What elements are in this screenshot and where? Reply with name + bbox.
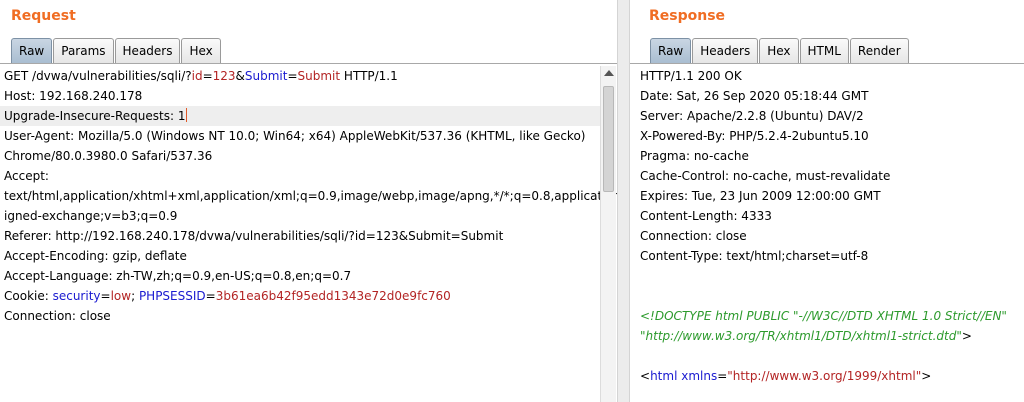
response-header-pragma: Pragma: no-cache [640, 149, 749, 163]
param-value-submit: Submit [297, 69, 341, 83]
header-user-agent-cont: Chrome/80.0.3980.0 Safari/537.36 [4, 149, 213, 163]
header-connection: Connection: close [4, 309, 111, 323]
header-accept-language: Accept-Language: zh-TW,zh;q=0.9,en-US;q=… [4, 269, 352, 283]
header-accept-encoding: Accept-Encoding: gzip, deflate [4, 249, 187, 263]
response-header-cache-control: Cache-Control: no-cache, must-revalidate [640, 169, 891, 183]
doctype-line-cont: "http://www.w3.org/TR/xhtml1/DTD/xhtml1-… [640, 326, 1024, 346]
request-line: GET /dvwa/vulnerabilities/sqli/?id=123&S… [0, 66, 600, 86]
tag-bracket: < [640, 369, 651, 383]
text-caret [185, 108, 187, 122]
pane-splitter[interactable] [617, 0, 630, 402]
header-user-agent: User-Agent: Mozilla/5.0 (Windows NT 10.0… [4, 129, 586, 143]
cookie-eq: = [100, 289, 111, 303]
request-tab-underline [0, 63, 617, 64]
attr-name-xmlns: xmlns [681, 369, 718, 383]
response-header-date: Date: Sat, 26 Sep 2020 05:18:44 GMT [640, 89, 869, 103]
header-accept-value-cont: igned-exchange;v=b3;q=0.9 [4, 209, 178, 223]
request-tab-raw[interactable]: Raw [11, 38, 53, 63]
http-version: HTTP/1.1 [340, 69, 398, 83]
param-name-submit: Submit [244, 69, 288, 83]
doctype-dtd-url: "http://www.w3.org/TR/xhtml1/DTD/xhtml1-… [640, 329, 962, 343]
param-eq: = [287, 69, 298, 83]
cookie-value-security: low [110, 289, 132, 303]
header-accept: Accept: [4, 169, 49, 183]
header-upgrade-text: Upgrade-Insecure-Requests: 1 [4, 109, 186, 123]
tag-bracket: > [921, 369, 932, 383]
response-status-line: HTTP/1.1 200 OK [640, 69, 742, 83]
header-upgrade-insecure: Upgrade-Insecure-Requests: 1 [0, 106, 600, 126]
cookie-sep: ; [131, 289, 139, 303]
header-cookie: Cookie: security=low; PHPSESSID=3b61ea6b… [0, 286, 600, 306]
scroll-up-icon[interactable] [604, 70, 614, 76]
response-header-server: Server: Apache/2.2.8 (Ubuntu) DAV/2 [640, 109, 864, 123]
request-tab-headers[interactable]: Headers [114, 38, 181, 63]
tag-name-html: html [650, 369, 678, 383]
response-tab-render[interactable]: Render [849, 38, 909, 63]
cookie-eq: = [205, 289, 216, 303]
response-header-expires: Expires: Tue, 23 Jun 2009 12:00:00 GMT [640, 189, 881, 203]
request-tabs: Raw Params Headers Hex [11, 38, 222, 63]
param-name-id: id [191, 69, 203, 83]
header-referer: Referer: http://192.168.240.178/dvwa/vul… [4, 229, 504, 243]
attr-value-xmlns: "http://www.w3.org/1999/xhtml" [727, 369, 922, 383]
cookie-label: Cookie: [4, 289, 53, 303]
response-header-x-powered-by: X-Powered-By: PHP/5.2.4-2ubuntu5.10 [640, 129, 869, 143]
attr-eq: = [717, 369, 728, 383]
html-open-tag: <html xmlns="http://www.w3.org/1999/xhtm… [640, 366, 1024, 386]
response-tab-raw[interactable]: Raw [650, 38, 692, 63]
response-editor[interactable]: HTTP/1.1 200 OK Date: Sat, 26 Sep 2020 0… [640, 66, 1024, 402]
param-eq: = [202, 69, 213, 83]
doctype-line: <!DOCTYPE html PUBLIC "-//W3C//DTD XHTML… [640, 309, 1007, 323]
scrollbar-thumb[interactable] [603, 86, 614, 192]
response-tab-hex[interactable]: Hex [759, 38, 799, 63]
response-tab-underline [630, 63, 1024, 64]
response-tab-html[interactable]: HTML [799, 38, 849, 63]
response-header-content-length: Content-Length: 4333 [640, 209, 772, 223]
response-header-content-type: Content-Type: text/html;charset=utf-8 [640, 249, 869, 263]
request-line-text: GET /dvwa/vulnerabilities/sqli/? [4, 69, 192, 83]
request-scrollbar[interactable] [600, 66, 616, 402]
header-accept-value: text/html,application/xhtml+xml,applicat… [4, 189, 631, 203]
request-tab-params[interactable]: Params [53, 38, 114, 63]
response-title: Response [649, 8, 726, 24]
param-value-id: 123 [212, 69, 236, 83]
cookie-value-phpsessid: 3b61ea6b42f95edd1343e72d0e9fc760 [215, 289, 451, 303]
param-sep: & [235, 69, 245, 83]
cookie-name-phpsessid: PHPSESSID [138, 289, 206, 303]
request-title: Request [11, 8, 76, 24]
request-editor[interactable]: GET /dvwa/vulnerabilities/sqli/?id=123&S… [0, 66, 631, 402]
request-pane: Request Raw Params Headers Hex GET /dvwa… [0, 0, 631, 402]
header-host: Host: 192.168.240.178 [4, 89, 143, 103]
request-tab-hex[interactable]: Hex [181, 38, 221, 63]
response-tab-headers[interactable]: Headers [692, 38, 759, 63]
response-tabs: Raw Headers Hex HTML Render [650, 38, 910, 63]
response-header-connection: Connection: close [640, 229, 747, 243]
cookie-name-security: security [52, 289, 101, 303]
doctype-close: > [961, 329, 972, 343]
response-pane: Response Raw Headers Hex HTML Render HTT… [630, 0, 1024, 402]
